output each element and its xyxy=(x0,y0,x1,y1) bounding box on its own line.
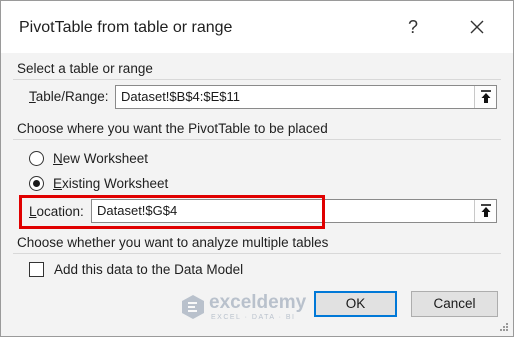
help-button[interactable]: ? xyxy=(399,11,427,43)
radio-label: Existing Worksheet xyxy=(53,175,169,191)
select-range-heading: Select a table or range xyxy=(17,61,153,76)
resize-grip-icon[interactable] xyxy=(499,322,509,332)
radio-new-worksheet[interactable]: New Worksheet xyxy=(29,148,148,168)
data-model-checkbox-label: Add this data to the Data Model xyxy=(54,261,244,277)
collapse-dialog-icon xyxy=(481,204,491,217)
watermark-name: exceldemy xyxy=(209,292,307,313)
exceldemy-watermark: exceldemy EXCEL · DATA · BI xyxy=(181,291,331,327)
section-divider xyxy=(13,79,501,80)
location-collapse-button[interactable] xyxy=(474,200,496,222)
radio-button-selected[interactable] xyxy=(29,175,44,191)
table-range-label: Table/Range: xyxy=(29,89,109,104)
placement-heading: Choose where you want the PivotTable to … xyxy=(17,121,328,136)
table-range-input[interactable]: Dataset!$B$4:$E$11 xyxy=(115,85,497,109)
section-divider xyxy=(13,139,501,140)
watermark-tagline: EXCEL · DATA · BI xyxy=(211,314,296,321)
exceldemy-logo-icon xyxy=(182,295,204,319)
data-model-checkbox[interactable] xyxy=(29,261,44,277)
radio-button[interactable] xyxy=(29,150,44,166)
close-button[interactable] xyxy=(461,11,493,43)
title-bar: PivotTable from table or range ? xyxy=(1,1,513,53)
ok-button[interactable]: OK xyxy=(314,291,397,317)
multiple-tables-heading: Choose whether you want to analyze multi… xyxy=(17,235,329,250)
table-range-collapse-button[interactable] xyxy=(474,86,496,108)
radio-label: New Worksheet xyxy=(53,150,149,166)
dialog-title: PivotTable from table or range xyxy=(19,19,233,36)
radio-existing-worksheet[interactable]: Existing Worksheet xyxy=(29,173,168,193)
close-icon xyxy=(470,20,484,34)
cancel-button[interactable]: Cancel xyxy=(411,291,498,317)
section-divider xyxy=(13,253,501,254)
location-highlight-box xyxy=(19,195,325,229)
data-model-checkbox-row[interactable]: Add this data to the Data Model xyxy=(29,259,243,279)
pivottable-dialog: PivotTable from table or range ? Select … xyxy=(0,0,514,337)
collapse-dialog-icon xyxy=(481,90,491,103)
